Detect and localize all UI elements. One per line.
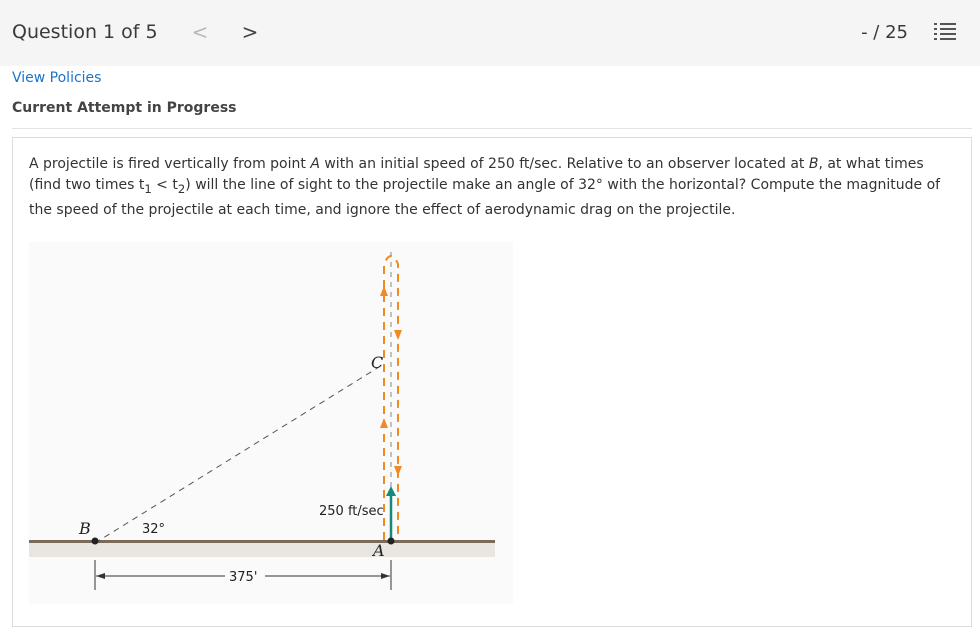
- label-b: B: [78, 519, 91, 538]
- list-icon[interactable]: [934, 22, 958, 42]
- next-question-button[interactable]: >: [240, 18, 260, 46]
- divider: [12, 128, 972, 129]
- question-card: A projectile is fired vertically from po…: [12, 137, 972, 627]
- header-bar: Question 1 of 5 < > - / 25: [0, 0, 980, 66]
- speed-label: 250 ft/sec: [319, 504, 384, 519]
- question-text: A projectile is fired vertically from po…: [29, 156, 941, 218]
- label-a: A: [371, 541, 385, 560]
- attempt-status: Current Attempt in Progress: [12, 100, 237, 116]
- view-policies-link[interactable]: View Policies: [12, 70, 101, 86]
- point-a: [387, 537, 395, 545]
- projectile-figure: B A C 32° 250 ft/sec 375': [29, 242, 513, 604]
- question-counter: Question 1 of 5: [12, 21, 158, 43]
- distance-label: 375': [229, 570, 257, 585]
- point-b: [91, 537, 99, 545]
- score-display: - / 25: [861, 22, 908, 43]
- previous-question-button[interactable]: <: [190, 18, 210, 46]
- label-c: C: [371, 353, 383, 372]
- angle-label: 32°: [142, 522, 165, 537]
